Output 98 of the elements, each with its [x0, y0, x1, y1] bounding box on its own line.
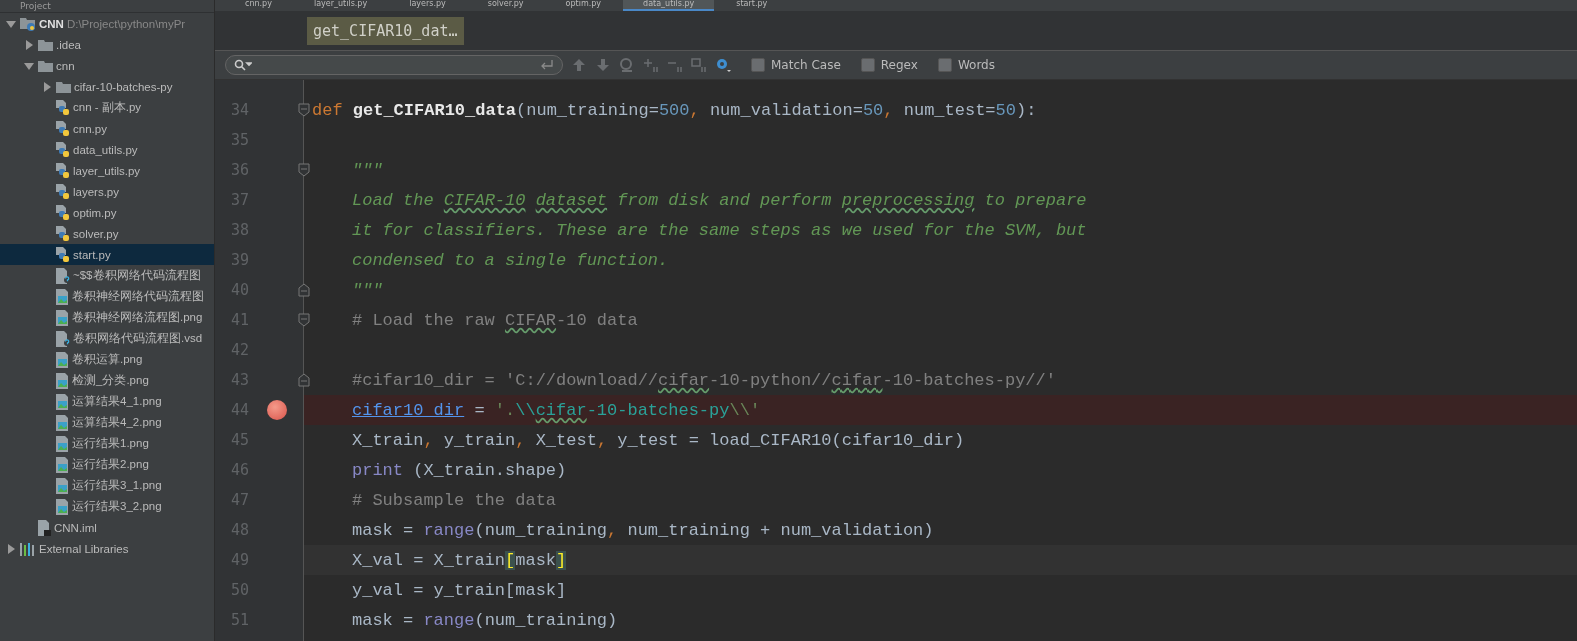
code-line: condensed to a single function.	[352, 250, 669, 270]
editor-tab[interactable]: layer_utils.py	[293, 0, 388, 11]
code-line: print (X_train.shape)	[352, 460, 567, 480]
select-all-icon[interactable]	[691, 57, 707, 73]
code-line: X_val = X_train[mask]	[352, 550, 567, 570]
tree-item[interactable]: solver.py	[0, 223, 214, 244]
panel-title: Project	[20, 1, 51, 11]
tree-item[interactable]: 卷积网络代码流程图.vsd	[0, 328, 214, 349]
add-selection-icon[interactable]	[643, 57, 659, 73]
fold-marker-icon[interactable]	[298, 373, 310, 387]
image-file-icon	[56, 393, 69, 410]
code-line: Load the CIFAR-10 dataset from disk and perform preprocessing to prepare	[352, 190, 1087, 210]
tree-item[interactable]: cnn	[0, 55, 214, 76]
tree-item[interactable]: 检测_分类.png	[0, 370, 214, 391]
fold-marker-icon[interactable]	[298, 313, 310, 327]
collapsed-arrow-icon[interactable]	[5, 542, 17, 555]
project-path: D:\Project\python\myPr	[66, 17, 186, 30]
code-line: y_val = y_train[mask]	[352, 580, 567, 600]
tree-item[interactable]: 运算结果4_1.png	[0, 391, 214, 412]
code-line: cifar10_dir = '.\\cifar-10-batches-py\\'	[352, 400, 761, 420]
editor-tab[interactable]: cnn.py	[225, 0, 292, 11]
folder-icon	[38, 38, 53, 51]
python-file-icon	[56, 225, 70, 242]
search-icon	[234, 59, 252, 71]
settings-icon[interactable]	[715, 57, 731, 73]
tree-item[interactable]: ~$$卷积网络代码流程图	[0, 265, 214, 286]
module-file-icon	[38, 519, 51, 536]
libraries-icon	[20, 541, 36, 556]
code-line: # Load the raw CIFAR-10 data	[352, 310, 638, 330]
tree-item[interactable]: cnn.py	[0, 118, 214, 139]
code-line: X_train, y_train, X_test, y_test = load_CIFAR10(cifar10_dir)	[352, 430, 965, 450]
tree-item[interactable]: cnn - 副本.py	[0, 97, 214, 118]
editor-tab[interactable]: solver.py	[467, 0, 544, 11]
image-file-icon	[56, 309, 69, 326]
python-file-icon	[56, 99, 70, 116]
code-line: it for classifiers. These are the same steps as we used for the SVM, but	[352, 220, 1087, 240]
fold-marker-icon[interactable]	[298, 283, 310, 297]
python-file-icon	[56, 141, 70, 158]
code-line: def get_CIFAR10_data(num_training=500, num_validation=50, num_test=50):	[312, 100, 1037, 120]
folder-icon	[38, 59, 53, 72]
tree-item[interactable]: 运行结果2.png	[0, 454, 214, 475]
collapsed-arrow-icon[interactable]	[41, 80, 53, 93]
image-file-icon	[56, 372, 69, 389]
unknown-file-icon	[56, 267, 70, 284]
tree-item[interactable]: 运行结果3_1.png	[0, 475, 214, 496]
image-file-icon	[56, 456, 69, 473]
python-file-icon	[56, 120, 70, 137]
tree-item[interactable]: layer_utils.py	[0, 160, 214, 181]
enter-icon	[540, 59, 554, 71]
tree-item[interactable]: start.py	[0, 244, 214, 265]
tree-item[interactable]: data_utils.py	[0, 139, 214, 160]
tree-item[interactable]: .idea	[0, 34, 214, 55]
tree-item[interactable]: 卷积运算.png	[0, 349, 214, 370]
code-line: # Subsample the data	[352, 490, 557, 510]
editor-tab[interactable]: optim.py	[545, 0, 622, 11]
image-file-icon	[56, 498, 69, 515]
tree-item[interactable]: 卷积神经网络代码流程图	[0, 286, 214, 307]
code-line: """	[352, 160, 383, 180]
tree-item[interactable]: 运行结果1.png	[0, 433, 214, 454]
image-file-icon	[56, 435, 69, 452]
breadcrumb[interactable]: get_CIFAR10_dat…	[307, 16, 464, 45]
image-file-icon	[56, 477, 69, 494]
project-folder-icon	[20, 16, 36, 31]
tree-item[interactable]: 运算结果4_2.png	[0, 412, 214, 433]
code-line: mask = range(num_training, num_training + num_validation)	[352, 520, 934, 540]
option-checkbox[interactable]: Match Case	[751, 58, 841, 72]
tree-item[interactable]: optim.py	[0, 202, 214, 223]
find-all-icon[interactable]	[619, 57, 635, 73]
tree-item[interactable]: External Libraries	[0, 538, 214, 559]
code-line: """	[352, 280, 383, 300]
breakpoint-icon[interactable]	[266, 400, 287, 420]
python-file-icon	[56, 162, 70, 179]
python-file-icon	[56, 183, 70, 200]
up-arrow-icon[interactable]	[571, 57, 587, 73]
python-file-icon	[56, 204, 70, 221]
search-field[interactable]	[225, 55, 563, 75]
tree-item[interactable]: cifar-10-batches-py	[0, 76, 214, 97]
editor-tab[interactable]: start.py	[716, 0, 788, 11]
tree-item[interactable]: 运行结果3_2.png	[0, 496, 214, 517]
editor-tab[interactable]: layers.py	[389, 0, 466, 11]
image-file-icon	[56, 414, 69, 431]
option-checkbox[interactable]: Regex	[860, 58, 918, 72]
fold-marker-icon[interactable]	[298, 163, 310, 177]
python-file-icon	[56, 246, 70, 263]
option-checkbox[interactable]: Words	[937, 58, 995, 72]
image-file-icon	[56, 351, 69, 368]
tree-item[interactable]: CNN.iml	[0, 517, 214, 538]
folder-icon	[56, 80, 71, 93]
tree-item[interactable]: CNN D:\Project\python\myPr	[0, 13, 214, 34]
tree-item[interactable]: layers.py	[0, 181, 214, 202]
tree-item[interactable]: 卷积神经网络流程图.png	[0, 307, 214, 328]
unknown-file-icon	[56, 330, 70, 347]
collapsed-arrow-icon[interactable]	[23, 38, 35, 51]
code-line: #cifar10_dir = 'C://download//cifar-10-python//cifar-10-batches-py//'	[352, 370, 1056, 390]
down-arrow-icon[interactable]	[595, 57, 611, 73]
image-file-icon	[56, 288, 69, 305]
fold-marker-icon[interactable]	[298, 103, 310, 117]
code-line: mask = range(num_training)	[352, 610, 618, 630]
